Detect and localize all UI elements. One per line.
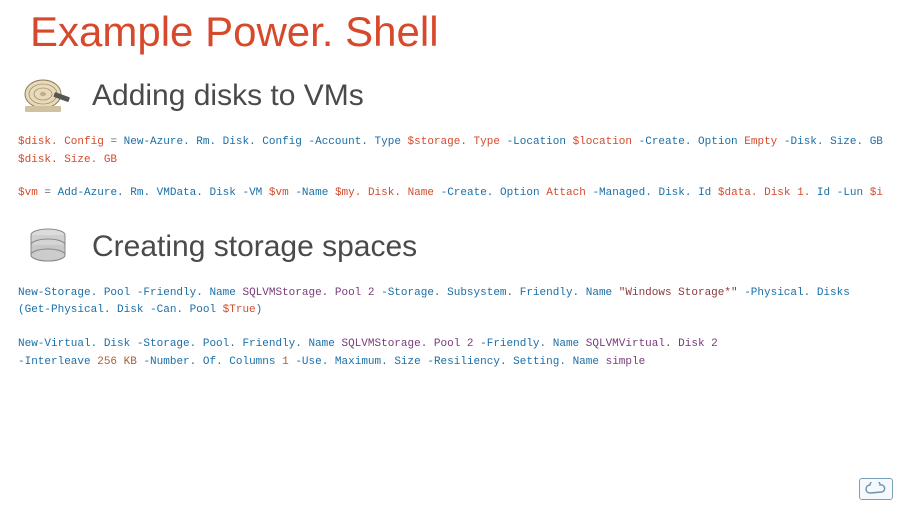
code-adddatadisk: $vm = Add-Azure. Rm. VMData. Disk -VM $v…	[0, 179, 907, 213]
code-diskconfig: $disk. Config = New-Azure. Rm. Disk. Con…	[0, 128, 907, 179]
code-newvirtualdisk: New-Virtual. Disk -Storage. Pool. Friend…	[0, 330, 907, 381]
section-title-adding-disks: Adding disks to VMs	[92, 79, 364, 113]
section-title-storage-spaces: Creating storage spaces	[92, 230, 417, 264]
storage-stack-icon	[20, 225, 76, 269]
harddisk-icon	[20, 74, 76, 118]
cloud-icon	[859, 478, 893, 500]
section-adding-disks: Adding disks to VMs	[0, 74, 907, 128]
section-storage-spaces: Creating storage spaces	[0, 225, 907, 279]
slide-title: Example Power. Shell	[0, 0, 907, 74]
code-newstoragepool: New-Storage. Pool -Friendly. Name SQLVMS…	[0, 279, 907, 330]
